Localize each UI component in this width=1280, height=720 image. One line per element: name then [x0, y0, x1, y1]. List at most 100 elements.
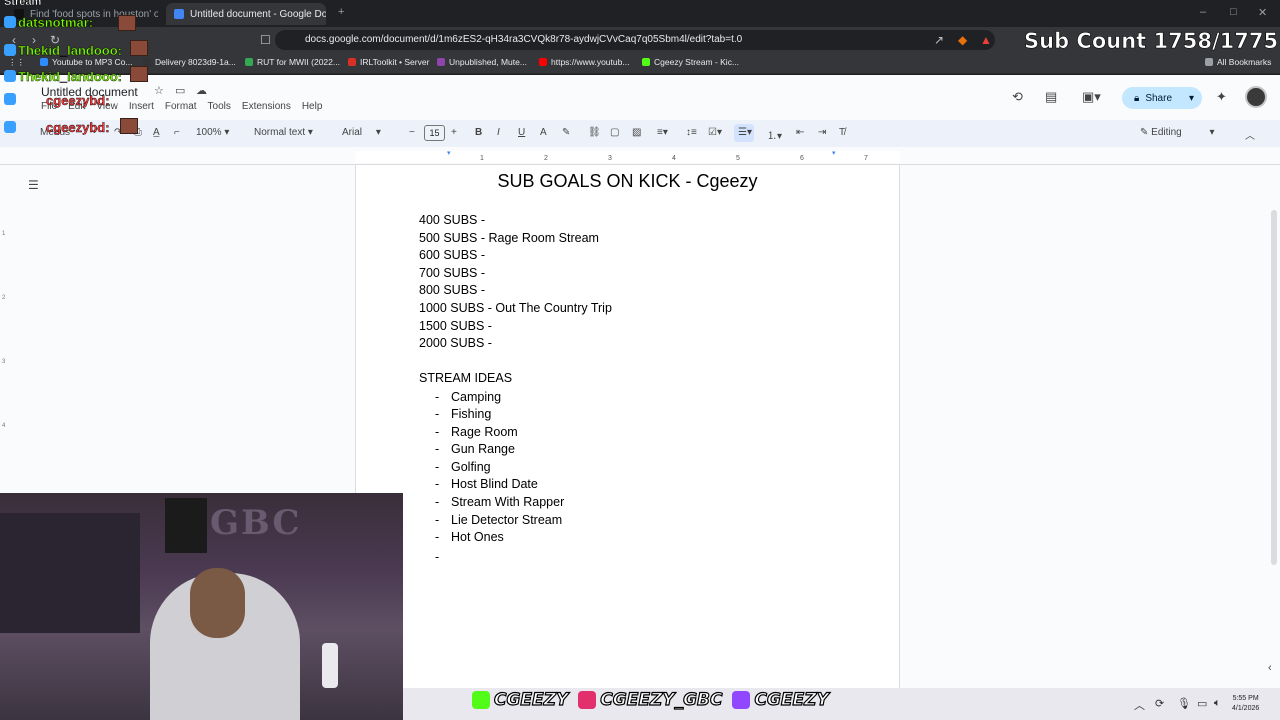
instagram-logo-icon	[578, 691, 597, 709]
idea-item[interactable]: Fishing	[451, 407, 491, 421]
goal-line[interactable]: 600 SUBS -	[419, 248, 485, 262]
line-spacing-icon[interactable]: ↕≡	[686, 127, 697, 138]
close-window-icon[interactable]: ✕	[1258, 6, 1267, 19]
meet-icon[interactable]: ▣▾	[1082, 89, 1101, 105]
bullet-dash: -	[435, 495, 440, 509]
bullet-list-icon[interactable]: ☰▾	[738, 127, 752, 138]
chat-username: Thekid_landooo:	[18, 43, 122, 58]
link-icon[interactable]: ⛓	[588, 127, 601, 138]
increase-indent-icon[interactable]: ⇥	[818, 127, 826, 138]
editing-mode-label: Editing	[1151, 127, 1182, 138]
stream-ideas-heading[interactable]: STREAM IDEAS	[419, 371, 512, 385]
bookmark-star-icon[interactable]: ☐	[260, 33, 271, 47]
indent-marker-icon[interactable]: ▾	[447, 149, 451, 157]
bookmark-item[interactable]: IRLToolkit • Server	[348, 57, 429, 67]
ruler-number: 6	[800, 155, 804, 162]
goal-line[interactable]: 700 SUBS -	[419, 266, 485, 280]
goal-line[interactable]: 500 SUBS - Rage Room Stream	[419, 231, 599, 245]
chat-emote	[118, 15, 136, 31]
share-page-icon[interactable]: ↗	[934, 33, 944, 47]
chevron-down-icon[interactable]: ▾	[1189, 93, 1194, 104]
chat-badge-icon	[4, 70, 16, 82]
extension-icon[interactable]: ▲	[980, 33, 992, 47]
vruler-number: 4	[2, 423, 6, 429]
goal-line[interactable]: 400 SUBS -	[419, 213, 485, 227]
italic-icon[interactable]: I	[497, 127, 500, 138]
goal-line[interactable]: 2000 SUBS -	[419, 336, 492, 350]
increase-font-icon[interactable]: +	[451, 127, 457, 138]
microphone-icon[interactable]: 🎙︎	[1177, 697, 1191, 710]
checklist-icon[interactable]: ☑▾	[708, 127, 722, 138]
numbered-list-icon[interactable]: ⒈▾	[767, 127, 782, 142]
idea-item[interactable]: Golfing	[451, 460, 491, 474]
ruler-track[interactable]: 1 2 3 4 5 6 7 ▾ ▾	[355, 149, 900, 163]
minimize-icon[interactable]: –	[1200, 6, 1206, 18]
highlight-icon[interactable]: ✎	[562, 127, 570, 138]
tray-app-icon[interactable]: ⟳	[1155, 697, 1164, 710]
chat-username: cgeezybd:	[46, 93, 110, 108]
kick-icon	[642, 58, 650, 66]
align-icon[interactable]: ≡▾	[657, 127, 668, 138]
editing-mode-select[interactable]: ✎ Editing ▾	[1140, 127, 1215, 138]
idea-item[interactable]: Stream With Rapper	[451, 495, 564, 509]
menu-help[interactable]: Help	[302, 101, 323, 112]
comments-icon[interactable]: ▤	[1045, 89, 1057, 105]
gemini-icon[interactable]: ✦	[1216, 89, 1227, 105]
all-bookmarks[interactable]: All Bookmarks	[1205, 57, 1271, 67]
chat-username: Thekid_landooo:	[18, 69, 122, 84]
style-select[interactable]: Normal text ▾	[254, 127, 313, 138]
bookmark-label: Cgeezy Stream - Kic...	[654, 57, 740, 67]
bookmark-label: RUT for MWII (2022...	[257, 57, 340, 67]
font-select[interactable]: Arial ▾	[342, 127, 381, 138]
doc-heading[interactable]: SUB GOALS ON KICK - Cgeezy	[355, 171, 900, 192]
side-panel-toggle-icon[interactable]: ‹	[1268, 662, 1272, 674]
collapse-toolbar-icon[interactable]: ︿	[1245, 127, 1255, 142]
bookmark-item[interactable]: https://www.youtub...	[539, 57, 629, 67]
insert-image-icon[interactable]: ▨	[632, 127, 641, 138]
goal-line[interactable]: 800 SUBS -	[419, 283, 485, 297]
right-indent-marker-icon[interactable]: ▾	[832, 149, 836, 157]
version-history-icon[interactable]: ⟲	[1012, 89, 1023, 105]
brave-shield-icon[interactable]: ◆	[958, 33, 967, 47]
new-tab-icon[interactable]: +	[338, 6, 344, 18]
idea-item[interactable]: Hot Ones	[451, 530, 504, 544]
social-banner: CGEEZY CGEEZY_GBC CGEEZY	[472, 689, 835, 711]
idea-item[interactable]: Lie Detector Stream	[451, 513, 562, 527]
idea-item[interactable]: Camping	[451, 390, 501, 404]
goal-line[interactable]: 1000 SUBS - Out The Country Trip	[419, 301, 612, 315]
idea-item[interactable]: Gun Range	[451, 442, 515, 456]
stream-screen: Find 'food spots in houston' on TikTo Un…	[0, 0, 1280, 720]
folder-icon	[1205, 58, 1213, 66]
share-button[interactable]: 🔒︎ Share ▾	[1122, 87, 1202, 109]
maximize-icon[interactable]: □	[1230, 6, 1237, 18]
network-icon[interactable]: ▭	[1197, 697, 1207, 710]
avatar[interactable]	[1245, 86, 1267, 108]
chat-username: cgeezybd:	[46, 120, 110, 135]
bookmark-item[interactable]: Cgeezy Stream - Kic...	[642, 57, 739, 67]
bold-icon[interactable]: B	[475, 127, 482, 138]
decrease-indent-icon[interactable]: ⇤	[796, 127, 804, 138]
add-comment-icon[interactable]: ▢	[610, 127, 619, 138]
chat-overlay: Stream datsnotmar: Thekid_landooo: Theki…	[0, 0, 260, 140]
bookmark-label: https://www.youtub...	[551, 57, 630, 67]
bullet-dash: -	[435, 425, 440, 439]
idea-item[interactable]: Host Blind Date	[451, 477, 538, 491]
clear-formatting-icon[interactable]: T̸	[839, 127, 845, 138]
streamer-head	[190, 568, 245, 638]
font-size-input[interactable]: 15	[424, 125, 445, 141]
url-input[interactable]: docs.google.com/document/d/1m6zES2-qH34r…	[275, 30, 995, 50]
bookmark-item[interactable]: Unpublished, Mute...	[437, 57, 527, 67]
vertical-scrollbar[interactable]	[1271, 210, 1277, 565]
kick-logo-icon	[472, 691, 490, 709]
system-clock[interactable]: 5:55 PM 4/1/2026	[1232, 694, 1259, 714]
idea-item[interactable]: Rage Room	[451, 425, 518, 439]
tray-chevron-icon[interactable]: ︿	[1134, 697, 1145, 713]
decrease-font-icon[interactable]: −	[409, 127, 415, 138]
volume-icon[interactable]: 🔈︎	[1214, 697, 1221, 710]
goal-line[interactable]: 1500 SUBS -	[419, 319, 492, 333]
twitch-logo-icon	[732, 691, 751, 709]
text-color-icon[interactable]: A	[540, 127, 547, 138]
outline-icon[interactable]: ☰	[28, 178, 39, 192]
underline-icon[interactable]: U	[518, 127, 525, 138]
cam-wall-logo: GBC	[210, 503, 302, 543]
